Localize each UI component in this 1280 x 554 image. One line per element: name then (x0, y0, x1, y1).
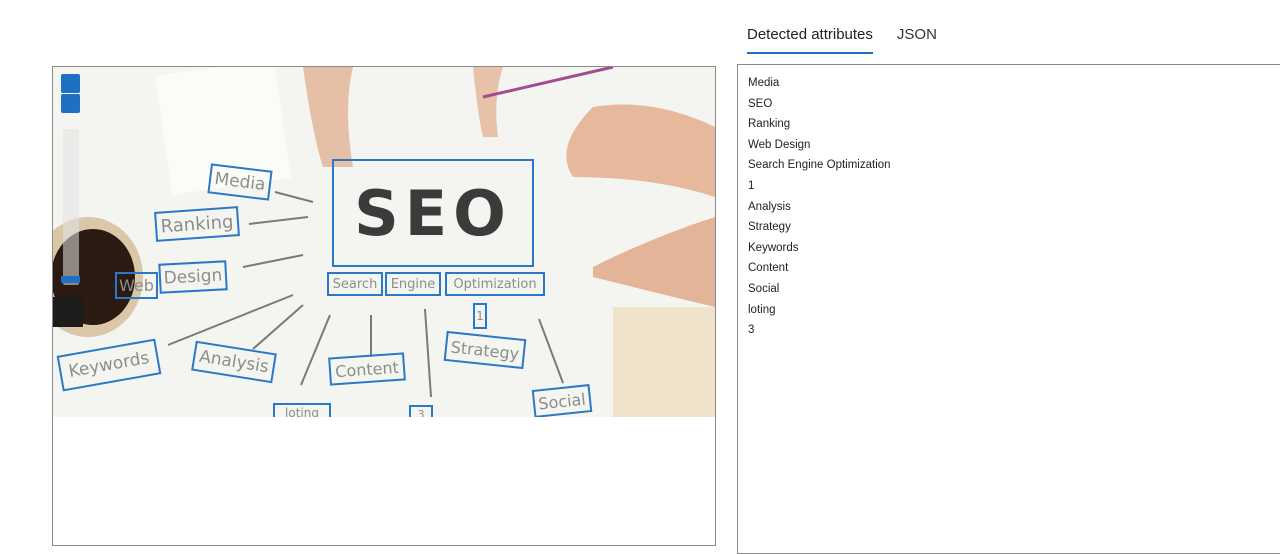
bbox-content[interactable]: Content (328, 352, 406, 386)
attribute-item: Search Engine Optimization (748, 159, 891, 172)
bbox-engine[interactable]: Engine (385, 272, 441, 296)
attribute-item: Analysis (748, 200, 791, 213)
attribute-item: Strategy (748, 221, 791, 234)
attribute-item: 1 (748, 179, 755, 192)
zoom-out-button[interactable] (61, 94, 80, 113)
zoom-in-button[interactable] (61, 74, 80, 93)
bbox-social[interactable]: Social (531, 384, 593, 417)
bbox-1[interactable]: 1 (473, 303, 487, 329)
tab-detected-attributes[interactable]: Detected attributes (747, 24, 873, 54)
attribute-item: Content (748, 262, 789, 275)
bbox-web[interactable]: Web (115, 272, 158, 299)
bbox-3[interactable]: 3 (409, 405, 433, 417)
bbox-optimization[interactable]: Optimization (445, 272, 545, 296)
zoom-slider-track[interactable] (63, 129, 79, 285)
attribute-item: 3 (748, 324, 755, 337)
attribute-item: loting (748, 303, 776, 316)
attribute-item: Social (748, 282, 780, 295)
attribute-item: Media (748, 77, 780, 89)
bbox-seo[interactable]: SEO (332, 159, 534, 267)
attribute-item: SEO (748, 97, 773, 110)
result-tabs: Detected attributes JSON (747, 24, 937, 54)
attributes-list: Media SEO Ranking Web Design Search Engi… (748, 73, 1280, 341)
bbox-search[interactable]: Search (327, 272, 383, 296)
bbox-design[interactable]: Design (158, 260, 228, 294)
analyzed-image: Media SEO Ranking Web Design Search Engi… (53, 67, 715, 417)
bbox-loting[interactable]: loting (273, 403, 331, 417)
image-panel: Media SEO Ranking Web Design Search Engi… (52, 66, 716, 546)
attribute-item: Keywords (748, 241, 799, 254)
attribute-item: Web Design (748, 138, 811, 151)
tab-json[interactable]: JSON (897, 24, 937, 54)
attribute-item: Ranking (748, 118, 791, 131)
bbox-ranking[interactable]: Ranking (154, 206, 240, 242)
attributes-panel: Media SEO Ranking Web Design Search Engi… (737, 64, 1280, 554)
zoom-slider-thumb[interactable] (61, 276, 80, 283)
